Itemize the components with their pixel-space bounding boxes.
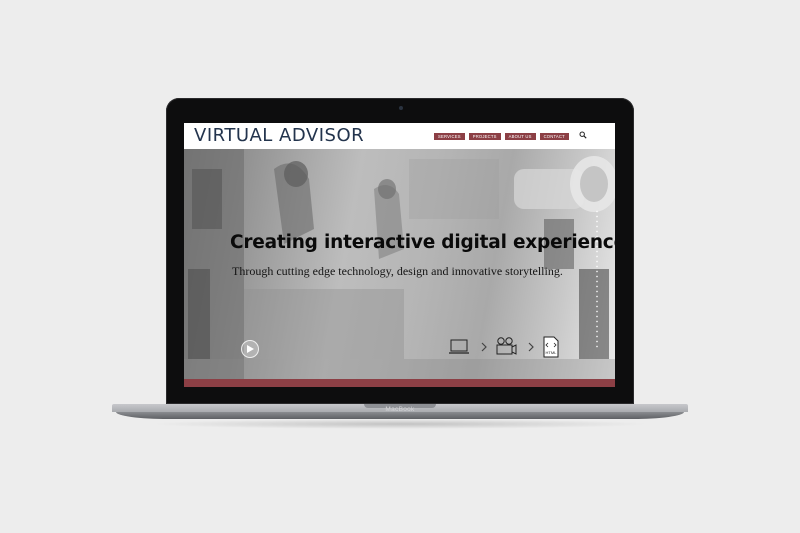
- play-button[interactable]: [241, 340, 259, 358]
- webcam: [399, 106, 403, 110]
- laptop-lid: VIRTUAL ADVISOR SERVICES PROJECTS ABOUT …: [166, 98, 634, 404]
- nav-services[interactable]: SERVICES: [434, 133, 465, 140]
- chevron-right-icon: [528, 342, 534, 352]
- laptop-icon: [449, 339, 469, 354]
- slider-indicator[interactable]: [596, 209, 598, 349]
- hero-subtitle: Through cutting edge technology, design …: [232, 264, 563, 278]
- nav-about-us[interactable]: ABOUT US: [504, 133, 536, 140]
- device-brand-label: MacBook: [385, 406, 415, 413]
- main-nav: SERVICES PROJECTS ABOUT US CONTACT: [434, 133, 569, 140]
- footer-bar: [184, 379, 615, 387]
- nav-projects[interactable]: PROJECTS: [468, 133, 501, 140]
- svg-text:HTML: HTML: [546, 350, 558, 355]
- base-bottom: [116, 412, 684, 419]
- site-logo[interactable]: VIRTUAL ADVISOR: [194, 124, 364, 148]
- search-icon[interactable]: [579, 131, 587, 139]
- hero-section: Creating interactive digital experiences…: [184, 149, 615, 379]
- process-steps: HTML: [449, 336, 559, 358]
- play-icon: [247, 345, 254, 353]
- laptop-screen: VIRTUAL ADVISOR SERVICES PROJECTS ABOUT …: [184, 123, 615, 387]
- device-shadow: [150, 419, 650, 429]
- nav-contact[interactable]: CONTACT: [539, 133, 569, 140]
- film-camera-icon: [496, 337, 517, 355]
- hero-title: Creating interactive digital experiences: [230, 232, 615, 253]
- chevron-right-icon: [481, 342, 487, 352]
- html-file-icon: HTML: [543, 336, 559, 358]
- site-header: VIRTUAL ADVISOR SERVICES PROJECTS ABOUT …: [184, 123, 615, 149]
